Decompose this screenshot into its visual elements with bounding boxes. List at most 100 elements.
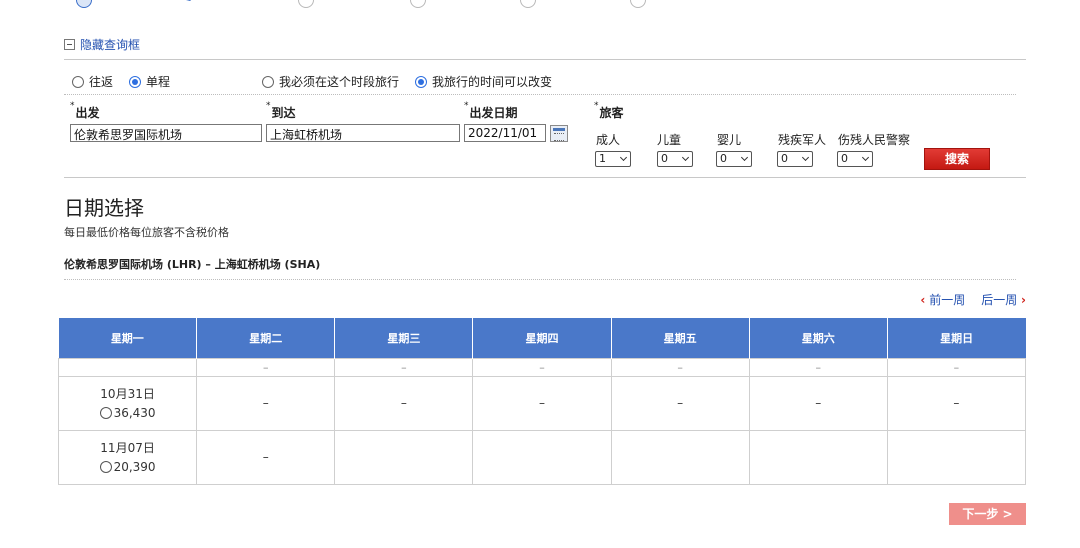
table-cell: –: [886, 375, 1027, 431]
search-button[interactable]: 搜索: [924, 148, 990, 170]
fixed-time-label: 我必须在这个时段旅行: [279, 75, 400, 89]
cell-price: 20,390: [113, 459, 156, 474]
pax-label: *旅客: [594, 101, 624, 120]
price-option[interactable]: 20,390: [99, 459, 156, 474]
header-tuesday: 星期二: [196, 318, 336, 358]
step-circle-5: [630, 0, 646, 8]
cell-date: 10月31日: [100, 386, 155, 401]
table-cell: –: [334, 375, 474, 431]
chevron-down-icon: [619, 153, 628, 162]
table-cell: [334, 429, 474, 485]
to-input[interactable]: 上海虹桥机场: [266, 124, 460, 142]
flexible-time-radio[interactable]: 我旅行的时间可以改变: [415, 73, 552, 90]
child-label: 儿童: [657, 133, 682, 147]
date-cell-oct31[interactable]: 10月31日 36,430: [57, 375, 198, 431]
table-row: 11月07日 20,390 –: [57, 429, 1027, 485]
radio-icon: [99, 406, 112, 419]
adult-select[interactable]: 1: [595, 151, 631, 167]
table-header-row: 星期一 星期二 星期三 星期四 星期五 星期六 星期日: [58, 318, 1026, 358]
cell-date: 11月07日: [100, 440, 155, 455]
divider-form-bottom: [64, 177, 1026, 178]
disabled-police-label: 伤残人民警察: [838, 133, 911, 147]
disabled-police-select[interactable]: 0: [837, 151, 873, 167]
step-circle-3: [410, 0, 426, 8]
hide-query-label: 隐藏查询框: [80, 38, 141, 52]
table-cell: –: [748, 357, 888, 377]
page-title: 日期选择: [64, 196, 144, 220]
header-thursday: 星期四: [472, 318, 612, 358]
round-trip-label: 往返: [89, 75, 114, 89]
table-cell: –: [610, 357, 750, 377]
step-circle-1: [76, 0, 92, 8]
adult-label: 成人: [596, 133, 621, 147]
from-input[interactable]: 伦敦希思罗国际机场: [70, 124, 262, 142]
chevron-down-icon: [740, 153, 749, 162]
table-cell: [610, 429, 750, 485]
table-cell: [886, 429, 1027, 485]
collapse-icon: [64, 39, 75, 50]
table-cell: –: [196, 429, 336, 485]
table-cell: –: [610, 375, 750, 431]
radio-icon: [72, 75, 84, 88]
infant-select[interactable]: 0: [716, 151, 752, 167]
header-friday: 星期五: [611, 318, 750, 358]
one-way-radio[interactable]: 单程: [129, 73, 170, 90]
round-trip-radio[interactable]: 往返: [72, 73, 113, 90]
child-select[interactable]: 0: [657, 151, 693, 167]
route-label: 伦敦希思罗国际机场 (LHR) – 上海虹桥机场 (SHA): [64, 258, 321, 271]
chevron-down-icon: [861, 153, 870, 162]
header-wednesday: 星期三: [334, 318, 474, 358]
infant-label: 婴儿: [717, 133, 742, 147]
calendar-icon[interactable]: [550, 125, 568, 142]
disabled-soldier-select[interactable]: 0: [777, 151, 813, 167]
hide-query-toggle[interactable]: 隐藏查询框: [64, 36, 140, 53]
next-step-button[interactable]: 下一步 >: [949, 503, 1026, 525]
step-circle-2: [298, 0, 314, 8]
step-circle-4: [520, 0, 536, 8]
date-label: *出发日期: [464, 101, 518, 120]
to-label: *到达: [266, 101, 296, 120]
table-cell: –: [472, 375, 612, 431]
date-calendar-table: 星期一 星期二 星期三 星期四 星期五 星期六 星期日 – – – – – – …: [57, 318, 1027, 485]
one-way-label: 单程: [146, 75, 171, 89]
fixed-time-radio[interactable]: 我必须在这个时段旅行: [262, 73, 399, 90]
table-cell: –: [334, 357, 474, 377]
chevron-down-icon: [801, 153, 810, 162]
next-week-link[interactable]: 后一周 ›: [981, 291, 1026, 308]
week-navigation: ‹ 前一周 后一周 ›: [920, 291, 1026, 308]
table-cell: [472, 429, 612, 485]
from-label: *出发: [70, 101, 100, 120]
table-cell: –: [886, 357, 1027, 377]
header-saturday: 星期六: [749, 318, 888, 358]
cell-price: 36,430: [113, 405, 156, 420]
prev-week-link[interactable]: ‹ 前一周: [920, 291, 965, 308]
date-input[interactable]: 2022/11/01: [464, 124, 546, 142]
table-cell: –: [196, 375, 336, 431]
radio-icon: [99, 460, 112, 473]
table-cell: –: [196, 357, 336, 377]
divider-top: [64, 59, 1026, 60]
table-cell: [748, 429, 888, 485]
divider-dotted-route: [64, 279, 1016, 280]
chevron-right-icon: ›: [1021, 293, 1026, 307]
disabled-soldier-label: 残疾军人: [778, 133, 827, 147]
radio-icon: [262, 75, 275, 88]
flexible-time-label: 我旅行的时间可以改变: [432, 75, 553, 89]
table-cell: –: [472, 357, 612, 377]
table-row: 10月31日 36,430 – – – – – –: [57, 375, 1027, 431]
radio-selected-icon: [129, 75, 142, 88]
header-sunday: 星期日: [887, 318, 1026, 358]
table-row: – – – – – –: [57, 357, 1027, 377]
table-cell: [57, 357, 198, 377]
header-monday: 星期一: [58, 318, 198, 358]
table-cell: –: [748, 375, 888, 431]
price-note: 每日最低价格每位旅客不含税价格: [64, 226, 229, 239]
progress-steps: [76, 0, 676, 8]
plane-icon: [186, 0, 192, 1]
chevron-left-icon: ‹: [920, 293, 926, 307]
radio-selected-icon: [415, 75, 428, 88]
price-option[interactable]: 36,430: [99, 405, 156, 420]
trip-options: 往返 单程 我必须在这个时段旅行 我旅行的时间可以改变: [72, 73, 568, 90]
date-cell-nov07[interactable]: 11月07日 20,390: [57, 429, 198, 485]
divider-dotted: [64, 94, 1016, 95]
